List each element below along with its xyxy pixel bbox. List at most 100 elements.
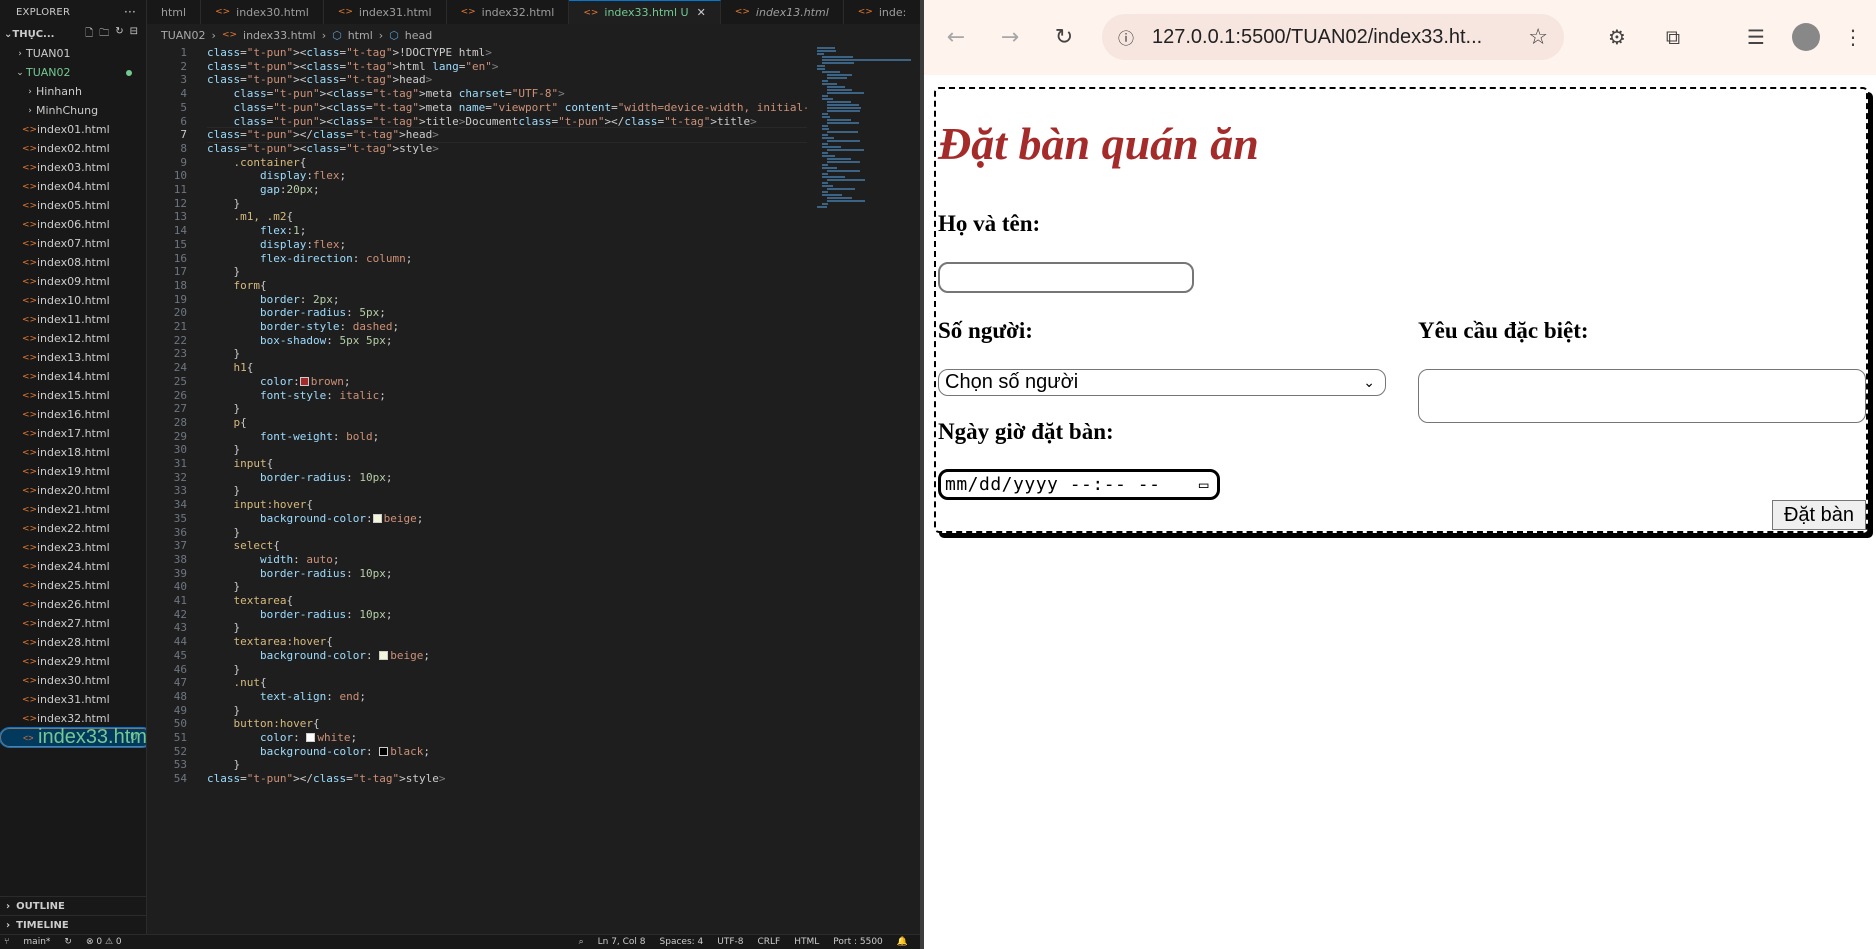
new-file-icon[interactable]: 🗋	[85, 26, 93, 43]
extensions-puzzle-icon[interactable]: ⧉	[1656, 20, 1690, 54]
code-line[interactable]: input:hover{	[207, 498, 313, 511]
code-line[interactable]: .nut{	[207, 676, 267, 689]
reload-icon[interactable]: ↻	[1046, 20, 1082, 56]
folder-tuan02[interactable]: ⌄ TUAN02	[0, 63, 146, 82]
file-item[interactable]: <> index02.html	[0, 139, 146, 158]
media-queue-icon[interactable]: ☰	[1739, 20, 1773, 54]
file-item[interactable]: <> index31.html	[0, 690, 146, 709]
code-line[interactable]: class="t-pun"></class="t-tag">head>	[207, 128, 439, 141]
zoom-icon[interactable]: ⌕	[579, 937, 584, 947]
file-item[interactable]: <> index16.html	[0, 405, 146, 424]
code-line[interactable]: font-weight: bold;	[207, 430, 379, 443]
language-mode[interactable]: HTML	[794, 937, 819, 947]
code-line[interactable]: button:hover{	[207, 717, 320, 730]
tab[interactable]: <> index30.html	[201, 0, 324, 24]
cursor-position[interactable]: Ln 7, Col 8	[598, 937, 646, 947]
code-line[interactable]: box-shadow: 5px 5px;	[207, 334, 392, 347]
code-line[interactable]: font-style: italic;	[207, 389, 386, 402]
code-editor[interactable]: 1 class="t-pun"><class="t-tag">!DOCTYPE h…	[147, 46, 807, 934]
address-bar[interactable]: ⓘ 127.0.0.1:5500/TUAN02/index33.ht... ☆	[1102, 14, 1564, 60]
code-line[interactable]: color: brown;	[207, 375, 351, 388]
git-branch[interactable]: main*	[23, 937, 50, 947]
code-line[interactable]: }	[207, 197, 240, 210]
file-item[interactable]: <> index06.html	[0, 215, 146, 234]
code-line[interactable]: flex-direction: column;	[207, 252, 412, 265]
file-item[interactable]: <> index14.html	[0, 367, 146, 386]
line-ending[interactable]: CRLF	[758, 937, 781, 947]
code-line[interactable]: }	[207, 402, 240, 415]
more-actions-icon[interactable]: ···	[124, 5, 136, 19]
tab[interactable]: <> index31.html	[324, 0, 447, 24]
code-line[interactable]: }	[207, 484, 240, 497]
breadcrumb-file[interactable]: index33.html	[243, 29, 316, 42]
file-item[interactable]: <> index22.html	[0, 519, 146, 538]
file-item[interactable]: <> index09.html	[0, 272, 146, 291]
code-line[interactable]: }	[207, 758, 240, 771]
breadcrumb-folder[interactable]: TUAN02	[161, 29, 206, 42]
people-select[interactable]: Chọn số người ⌄	[938, 369, 1386, 396]
breadcrumb-html[interactable]: html	[348, 29, 373, 42]
extension-icon[interactable]: ⚙	[1600, 20, 1634, 54]
code-line[interactable]: class="t-pun"><class="t-tag">meta name="…	[207, 101, 808, 114]
color-swatch[interactable]	[379, 746, 389, 756]
file-item[interactable]: <> index08.html	[0, 253, 146, 272]
encoding[interactable]: UTF-8	[717, 937, 743, 947]
back-icon[interactable]: ←	[938, 20, 974, 56]
code-line[interactable]: }	[207, 580, 240, 593]
code-line[interactable]: border-radius: 10px;	[207, 608, 392, 621]
code-line[interactable]: class="t-pun"><class="t-tag">!DOCTYPE ht…	[207, 46, 492, 59]
color-swatch[interactable]	[299, 376, 309, 386]
code-line[interactable]: .m1, .m2{	[207, 210, 294, 223]
url-text[interactable]: 127.0.0.1:5500/TUAN02/index33.ht...	[1152, 26, 1482, 49]
folder-item[interactable]: › Hinhanh	[0, 82, 146, 101]
avatar[interactable]	[1789, 20, 1823, 54]
file-item[interactable]: <> index19.html	[0, 462, 146, 481]
file-item[interactable]: <> index25.html	[0, 576, 146, 595]
file-item[interactable]: <> index20.html	[0, 481, 146, 500]
code-line[interactable]: color: white;	[207, 731, 357, 744]
bookmark-star-icon[interactable]: ☆	[1528, 25, 1548, 50]
code-line[interactable]: text-align: end;	[207, 690, 366, 703]
code-line[interactable]: p{	[207, 416, 247, 429]
code-line[interactable]: class="t-pun"><class="t-tag">html lang="…	[207, 60, 498, 73]
code-line[interactable]: border-style: dashed;	[207, 320, 399, 333]
folder-item[interactable]: › MinhChung	[0, 101, 146, 120]
code-line[interactable]: h1{	[207, 361, 254, 374]
name-input[interactable]	[938, 262, 1194, 293]
code-line[interactable]: input{	[207, 457, 274, 470]
color-swatch[interactable]	[306, 733, 316, 742]
code-line[interactable]: background-color: beige;	[207, 649, 430, 662]
tab[interactable]: <> index32.html	[447, 0, 570, 24]
sync-icon[interactable]: ↻	[64, 937, 72, 947]
tab[interactable]: <> index33.html U ✕	[569, 0, 721, 24]
file-item[interactable]: <> index21.html	[0, 500, 146, 519]
file-item[interactable]: <> index10.html	[0, 291, 146, 310]
code-line[interactable]: }	[207, 347, 240, 360]
menu-icon[interactable]: ⋮	[1836, 20, 1870, 54]
code-line[interactable]: background-color: beige;	[207, 512, 423, 525]
breadcrumb-head[interactable]: head	[405, 29, 432, 42]
file-item[interactable]: <> index04.html	[0, 177, 146, 196]
file-item[interactable]: <> index03.html	[0, 158, 146, 177]
code-line[interactable]: width: auto;	[207, 553, 340, 566]
file-item[interactable]: <> index15.html	[0, 386, 146, 405]
indentation[interactable]: Spaces: 4	[660, 937, 704, 947]
code-line[interactable]: class="t-pun"><class="t-tag">meta charse…	[207, 87, 565, 100]
file-item[interactable]: <> index18.html	[0, 443, 146, 462]
tab[interactable]: <> inde:	[844, 0, 920, 24]
submit-button[interactable]: Đặt bàn	[1772, 500, 1866, 530]
file-item[interactable]: <> index30.html	[0, 671, 146, 690]
code-line[interactable]: gap:20px;	[207, 183, 320, 196]
folder-tuan01[interactable]: › TUAN01	[0, 44, 146, 63]
file-item[interactable]: <> index27.html	[0, 614, 146, 633]
code-line[interactable]: flex:1;	[207, 224, 306, 237]
close-icon[interactable]: ✕	[697, 6, 706, 19]
code-line[interactable]: }	[207, 621, 240, 634]
code-line[interactable]: border-radius: 10px;	[207, 567, 392, 580]
forward-icon[interactable]: →	[992, 20, 1028, 56]
file-item[interactable]: <> index23.html	[0, 538, 146, 557]
color-swatch[interactable]	[379, 650, 389, 660]
special-request-textarea[interactable]	[1418, 369, 1866, 423]
refresh-icon[interactable]: ↻	[115, 26, 123, 43]
file-item[interactable]: <> index01.html	[0, 120, 146, 139]
